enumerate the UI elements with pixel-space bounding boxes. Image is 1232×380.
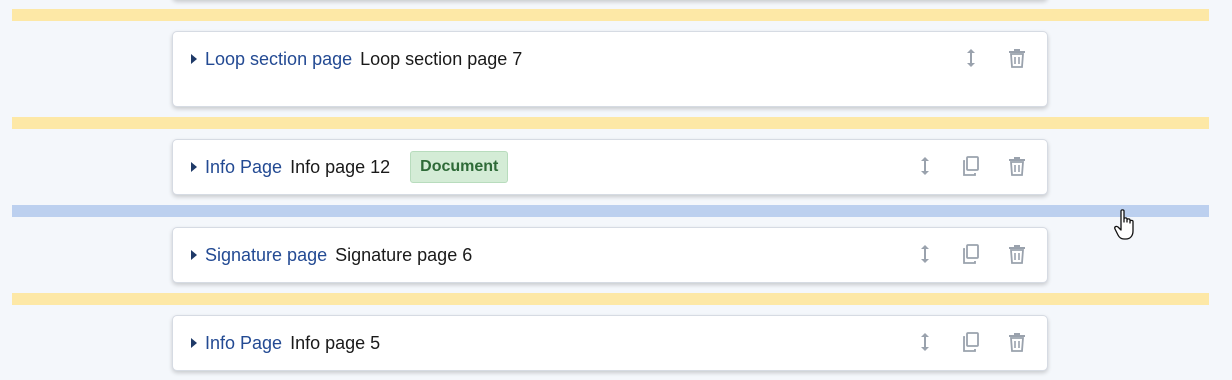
reorder-arrows-icon[interactable] [913,330,937,354]
page-type-link[interactable]: Info Page [205,333,282,354]
page-card[interactable]: Signature page Signature page 6 [172,227,1048,283]
reorder-arrows-icon[interactable] [913,242,937,266]
trash-icon[interactable] [1005,330,1029,354]
caret-right-icon[interactable] [191,250,197,260]
drop-zone[interactable] [12,117,1209,129]
hand-pointer-icon [1114,209,1134,240]
card-actions [913,330,1029,354]
page-card[interactable]: Loop section page Loop section page 7 [172,31,1048,107]
page-type-link[interactable]: Loop section page [205,49,352,70]
copy-icon[interactable] [959,154,983,178]
page-type-link[interactable]: Signature page [205,245,327,266]
page-card[interactable]: Info Page Info page 5 [172,315,1048,371]
card-actions [959,46,1029,70]
trash-icon[interactable] [1005,154,1029,178]
caret-right-icon[interactable] [191,54,197,64]
page-title: Signature page 6 [335,244,473,265]
card-actions [913,154,1029,178]
card-actions [913,242,1029,266]
caret-right-icon[interactable] [191,338,197,348]
page-type-link[interactable]: Info Page [205,157,282,178]
copy-icon[interactable] [959,242,983,266]
page-title: Info page 12 [290,156,391,177]
copy-icon[interactable] [959,330,983,354]
drop-zone[interactable] [12,293,1209,305]
reorder-arrows-icon[interactable] [913,154,937,178]
drop-zone-active[interactable] [12,205,1209,217]
trash-icon[interactable] [1005,46,1029,70]
drop-zone[interactable] [12,9,1209,21]
caret-right-icon[interactable] [191,162,197,172]
page-title: Info page 5 [290,332,381,353]
page-title: Loop section page 7 [360,48,523,69]
trash-icon[interactable] [1005,242,1029,266]
reorder-arrows-icon[interactable] [959,46,983,70]
page-card[interactable]: Info Page Info page 12 Document [172,139,1048,195]
document-badge: Document [410,151,509,183]
